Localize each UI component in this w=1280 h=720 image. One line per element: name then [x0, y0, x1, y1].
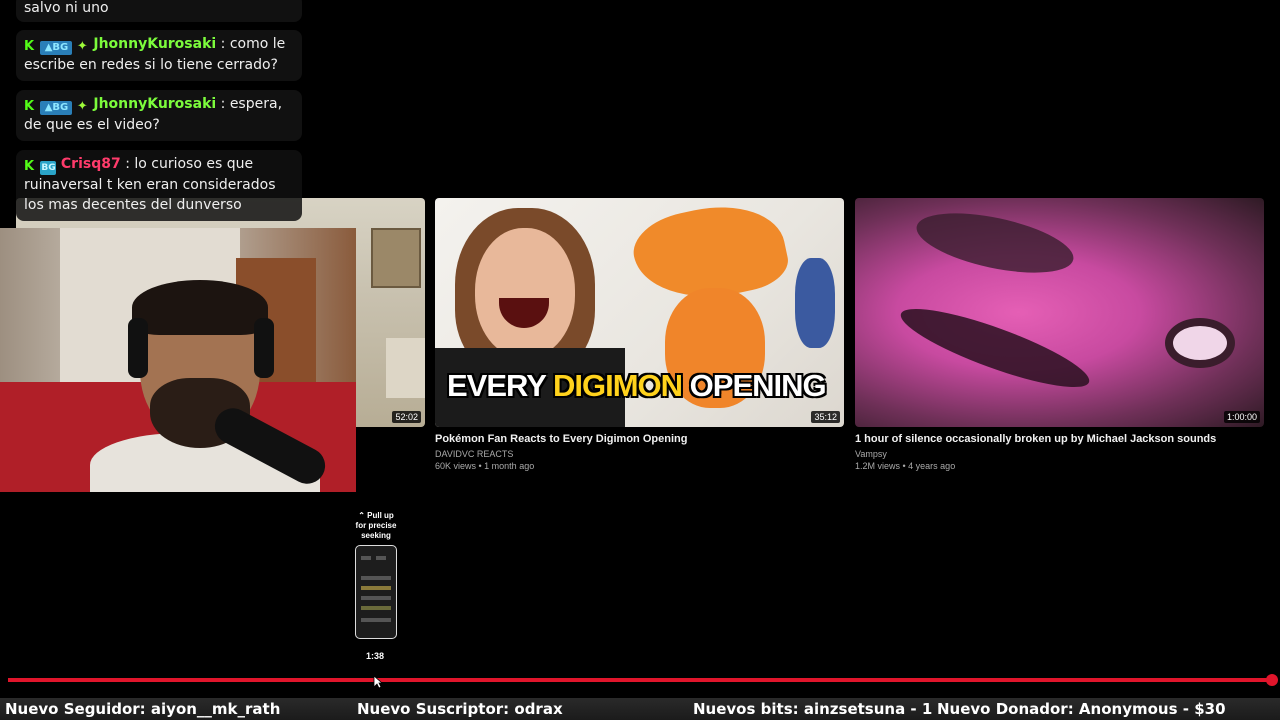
subscriber-badge-icon: ▲BG — [40, 41, 73, 55]
video-title[interactable]: 1 hour of silence occasionally broken up… — [855, 433, 1264, 445]
seek-time: 1:38 — [365, 651, 384, 661]
video-channel[interactable]: DAVIDVC REACTS — [435, 449, 844, 459]
video-card-2[interactable]: EVERY DIGIMON OPENING 35:12 Pokémon Fan … — [435, 198, 844, 471]
video-thumbnail[interactable]: 1:00:00 — [855, 198, 1264, 427]
subscriber-badge-icon: ▲BG — [40, 101, 73, 115]
video-duration: 35:12 — [811, 411, 840, 423]
chat-message: salvo ni uno — [16, 0, 302, 22]
new-follower-alert: Nuevo Seguidor: aiyon__mk_rath — [5, 700, 281, 718]
kick-badge-icon: K — [24, 39, 35, 54]
new-donor-alert: Nuevo Donador: Anonymous - $30 — [937, 700, 1226, 718]
chat-message: K ▲BG ✦ JhonnyKurosaki : espera, de que … — [16, 90, 302, 141]
mouse-cursor-icon — [373, 675, 383, 689]
progress-bar-played — [8, 678, 1272, 682]
chat-message: K BG Crisq87 : lo curioso es que ruinave… — [16, 150, 302, 221]
video-meta: 60K views • 1 month ago — [435, 461, 535, 471]
chat-username[interactable]: JhonnyKurosaki — [93, 36, 216, 52]
video-duration: 52:02 — [392, 411, 421, 423]
alert-ticker: Nuevo Seguidor: aiyon__mk_rath Nuevo Sus… — [0, 698, 1280, 720]
thumbnail-caption: EVERY DIGIMON OPENING — [447, 368, 827, 403]
streamer-webcam — [0, 228, 356, 492]
progress-bar[interactable] — [8, 678, 1272, 682]
video-channel[interactable]: Vampsy — [855, 449, 1264, 459]
subscriber-badge-icon: BG — [40, 161, 57, 175]
new-subscriber-alert: Nuevo Suscriptor: odrax — [357, 700, 563, 718]
kick-badge-icon: K — [24, 159, 35, 174]
seek-hint: ⌃ Pull up for precise seeking — [355, 511, 397, 540]
video-title[interactable]: Pokémon Fan Reacts to Every Digimon Open… — [435, 433, 844, 445]
video-meta: 1.2M views • 4 years ago — [855, 461, 956, 471]
seek-preview-thumbnail — [355, 545, 397, 639]
chat-username[interactable]: JhonnyKurosaki — [93, 96, 216, 112]
sparkle-badge-icon: ✦ — [76, 39, 88, 54]
kick-badge-icon: K — [24, 99, 35, 114]
chat-message: K ▲BG ✦ JhonnyKurosaki : como le escribe… — [16, 30, 302, 81]
new-bits-alert: Nuevos bits: ainzsetsuna - 1 — [693, 700, 933, 718]
video-thumbnail[interactable]: EVERY DIGIMON OPENING 35:12 — [435, 198, 844, 427]
video-duration: 1:00:00 — [1223, 411, 1260, 423]
chat-username[interactable]: Crisq87 — [61, 156, 121, 172]
progress-scrubber-handle[interactable] — [1266, 674, 1278, 686]
headphones-icon — [128, 318, 148, 378]
sparkle-badge-icon: ✦ — [76, 99, 88, 114]
video-card-3[interactable]: 1:00:00 1 hour of silence occasionally b… — [855, 198, 1264, 471]
chat-message-text: salvo ni uno — [24, 0, 109, 16]
